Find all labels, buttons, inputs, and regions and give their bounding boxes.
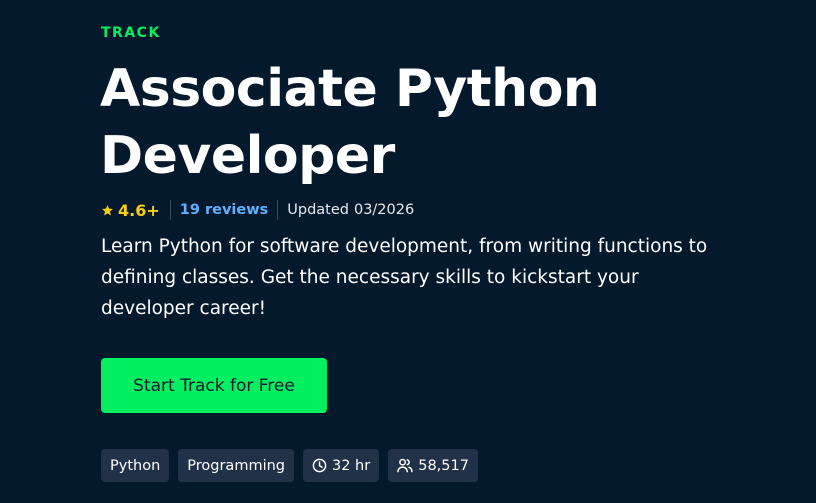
users-icon xyxy=(397,458,413,473)
rating: 4.6+ xyxy=(101,201,170,220)
tag-programming[interactable]: Programming xyxy=(178,449,294,482)
star-icon xyxy=(101,204,114,217)
track-label: TRACK xyxy=(101,25,161,41)
updated-info: Updated 03/2026 xyxy=(278,202,414,218)
tag-python[interactable]: Python xyxy=(101,449,170,482)
tag-label: Python xyxy=(110,457,161,474)
track-description: Learn Python for software development, f… xyxy=(101,236,708,319)
duration-value: 32 hr xyxy=(332,457,371,474)
tag-label: Programming xyxy=(187,457,285,474)
track-meta: 4.6+ 19 reviews Updated 03/2026 xyxy=(101,199,414,221)
track-tags: Python Programming 32 hr 58,517 xyxy=(101,449,478,482)
start-track-button[interactable]: Start Track for Free xyxy=(101,358,327,413)
updated-date: 03/2026 xyxy=(353,202,415,218)
reviews-link[interactable]: 19 reviews xyxy=(171,202,278,218)
track-hero: TRACK Associate Python Developer 4.6+ 19… xyxy=(0,0,816,503)
tag-duration: 32 hr xyxy=(303,449,380,482)
clock-icon xyxy=(312,458,327,473)
rating-value: 4.6+ xyxy=(118,200,160,220)
learners-count: 58,517 xyxy=(418,457,469,474)
title-line-1: Associate Python xyxy=(100,59,600,119)
page-title: Associate Python Developer xyxy=(100,56,700,190)
updated-label: Updated xyxy=(287,202,349,218)
title-line-2: Developer xyxy=(100,126,395,186)
tag-learners: 58,517 xyxy=(388,449,478,482)
